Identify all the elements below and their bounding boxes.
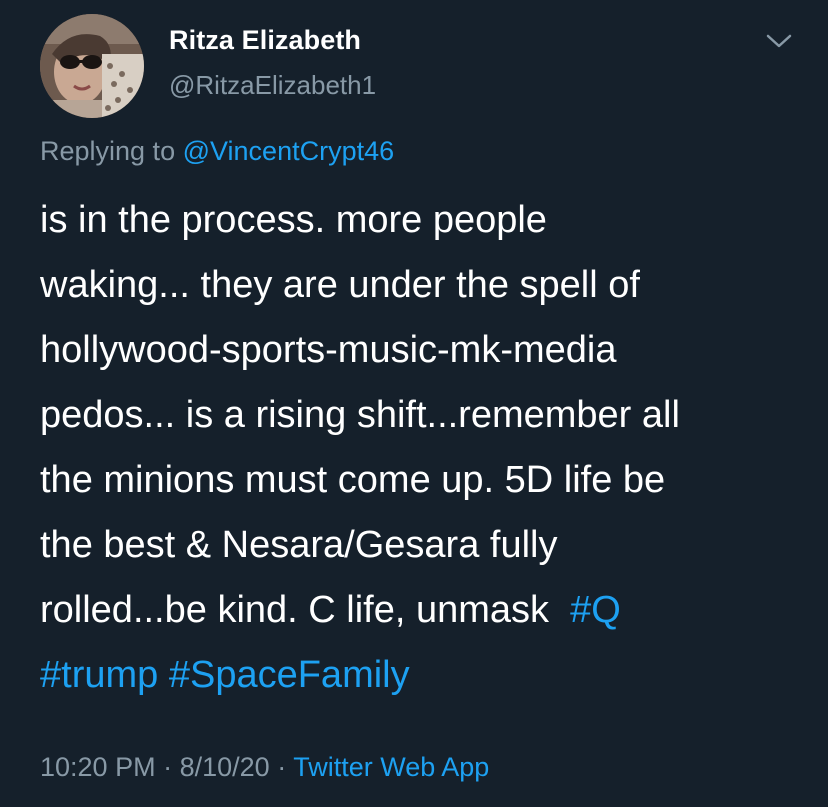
tweet-text-line: the minions must come up. 5D life be — [40, 459, 666, 501]
tweet-text-segment: rolled...be kind. C life, unmask — [40, 589, 550, 631]
tweet-time[interactable]: 10:20 PM — [40, 752, 156, 782]
tweet-text-line-with-hashtag: rolled...be kind. C life, unmask #Q — [40, 578, 800, 643]
tweet-text-line: hollywood-sports-music-mk-media — [40, 329, 617, 371]
tweet-card: Ritza Elizabeth @RitzaElizabeth1 Replyin… — [0, 0, 828, 807]
tweet-hashtag-line: #trump #SpaceFamily — [40, 643, 800, 708]
avatar[interactable] — [40, 14, 144, 118]
avatar-image — [40, 14, 144, 118]
tweet-text-line: the best & Nesara/Gesara fully — [40, 524, 558, 566]
hashtag-q-link[interactable]: #Q — [570, 589, 621, 631]
hashtag-trump-link[interactable]: #trump — [40, 654, 158, 696]
author-display-name[interactable]: Ritza Elizabeth — [169, 25, 361, 56]
chevron-down-icon[interactable] — [764, 30, 794, 52]
hashtag-spacefamily-link[interactable]: #SpaceFamily — [169, 654, 410, 696]
replying-to-label: Replying to — [40, 136, 176, 166]
tweet-source-link[interactable]: Twitter Web App — [293, 752, 489, 782]
meta-separator: · — [277, 752, 287, 782]
replying-to: Replying to @VincentCrypt46 — [40, 136, 394, 167]
tweet-text-line: is in the process. more people — [40, 199, 547, 241]
reply-mention-link[interactable]: @VincentCrypt46 — [183, 136, 395, 166]
author-handle[interactable]: @RitzaElizabeth1 — [169, 70, 376, 101]
tweet-text-line: pedos... is a rising shift...remember al… — [40, 394, 680, 436]
tweet-text: is in the process. more people waking...… — [40, 188, 800, 708]
tweet-date[interactable]: 8/10/20 — [180, 752, 270, 782]
meta-separator: · — [163, 752, 173, 782]
tweet-text-line: waking... they are under the spell of — [40, 264, 640, 306]
tweet-meta: 10:20 PM · 8/10/20 · Twitter Web App — [40, 752, 489, 783]
